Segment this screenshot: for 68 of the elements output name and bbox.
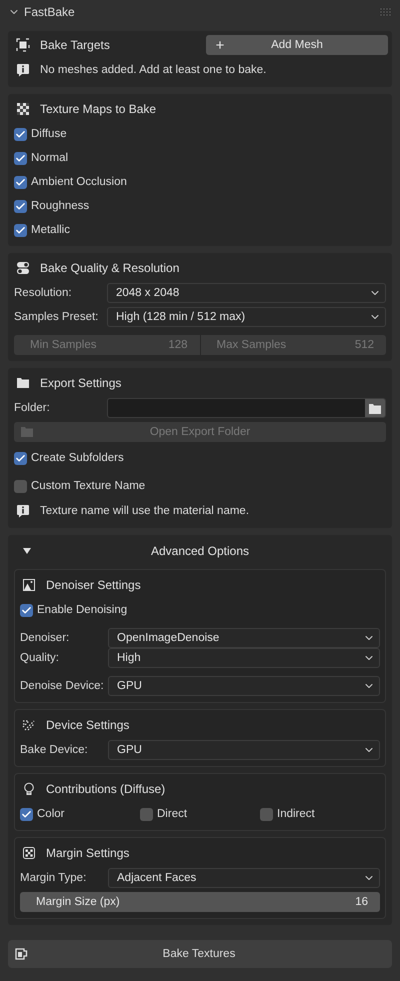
- checkbox[interactable]: [14, 224, 27, 236]
- checkbox-label: Metallic: [31, 224, 70, 236]
- field-label: Samples Preset:: [14, 311, 100, 323]
- field-label: Folder:: [14, 402, 51, 414]
- dropdown[interactable]: OpenImageDenoise: [108, 628, 380, 648]
- section-title: Bake Quality & Resolution: [40, 261, 180, 275]
- checkbox-label: Indirect: [277, 808, 315, 820]
- checkbox-label: Direct: [157, 808, 188, 820]
- dropdown[interactable]: 2048 x 2048: [107, 283, 386, 303]
- checker-square-icon: [22, 846, 36, 860]
- section-title: Export Settings: [40, 376, 122, 390]
- bake-icon: [14, 947, 28, 961]
- folder-icon: [16, 376, 30, 390]
- field-label: Quality:: [20, 652, 60, 664]
- checkbox[interactable]: [14, 452, 27, 464]
- checkbox[interactable]: [140, 808, 153, 820]
- dropdown[interactable]: GPU: [108, 740, 380, 760]
- checkerboard-icon: [16, 102, 30, 116]
- folder-icon: [20, 426, 34, 438]
- info-message: No meshes added. Add at least one to bake.: [40, 64, 266, 76]
- checkbox-label: Enable Denoising: [37, 604, 128, 616]
- dotted-lines-icon: [22, 718, 36, 732]
- checkbox[interactable]: [14, 152, 27, 164]
- field-label: Resolution:: [14, 287, 73, 299]
- checkbox-label: Ambient Occlusion: [31, 176, 127, 188]
- checkbox[interactable]: [14, 200, 27, 212]
- checkbox[interactable]: [20, 604, 33, 616]
- section-title: Contributions (Diffuse): [46, 782, 166, 796]
- add-mesh-button[interactable]: + Add Mesh: [206, 35, 388, 55]
- section-title: Advanced Options: [150, 544, 250, 558]
- dropdown[interactable]: GPU: [108, 676, 380, 696]
- field-label: Bake Device:: [20, 744, 89, 756]
- section-title: Device Settings: [46, 718, 130, 732]
- checkbox-label: Diffuse: [31, 128, 67, 140]
- dropdown[interactable]: High: [108, 648, 380, 668]
- expand-triangle-icon[interactable]: [22, 547, 32, 555]
- checkbox[interactable]: [260, 808, 273, 820]
- info-message: Texture name will use the material name.: [40, 505, 250, 517]
- checkbox[interactable]: [14, 176, 27, 188]
- section-title: Denoiser Settings: [46, 578, 141, 592]
- field-label: Denoise Device:: [20, 680, 105, 692]
- number-field[interactable]: Margin Size (px) 16: [20, 892, 380, 912]
- checkbox[interactable]: [14, 128, 27, 140]
- field-label: Denoiser:: [20, 632, 70, 644]
- section-title: Texture Maps to Bake: [40, 102, 156, 116]
- checkbox-label: Normal: [31, 152, 68, 164]
- toggle-icon: [16, 261, 30, 275]
- info-icon: [16, 504, 30, 518]
- selection-icon: [16, 38, 30, 52]
- field-label: Margin Type:: [20, 872, 88, 884]
- dropdown[interactable]: Adjacent Faces: [108, 868, 380, 888]
- folder-field[interactable]: [107, 398, 386, 418]
- section-title: Bake Targets: [40, 38, 110, 52]
- checkbox-label: Color: [37, 808, 64, 820]
- light-bulb-icon: [22, 782, 36, 796]
- bake-textures-button[interactable]: Bake Textures: [8, 940, 392, 968]
- checkbox[interactable]: [14, 480, 27, 492]
- browse-folder-button[interactable]: [365, 399, 385, 417]
- checkbox[interactable]: [20, 808, 33, 820]
- checkbox-label: Custom Texture Name: [31, 480, 146, 492]
- image-icon: [22, 578, 36, 592]
- folder-icon: [369, 402, 381, 414]
- section-title: Margin Settings: [46, 846, 130, 860]
- dropdown[interactable]: High (128 min / 512 max): [107, 307, 386, 327]
- info-icon: [16, 63, 30, 77]
- checkbox-label: Create Subfolders: [31, 452, 124, 464]
- panel-title: FastBake: [24, 5, 75, 19]
- checkbox-label: Roughness: [31, 200, 90, 212]
